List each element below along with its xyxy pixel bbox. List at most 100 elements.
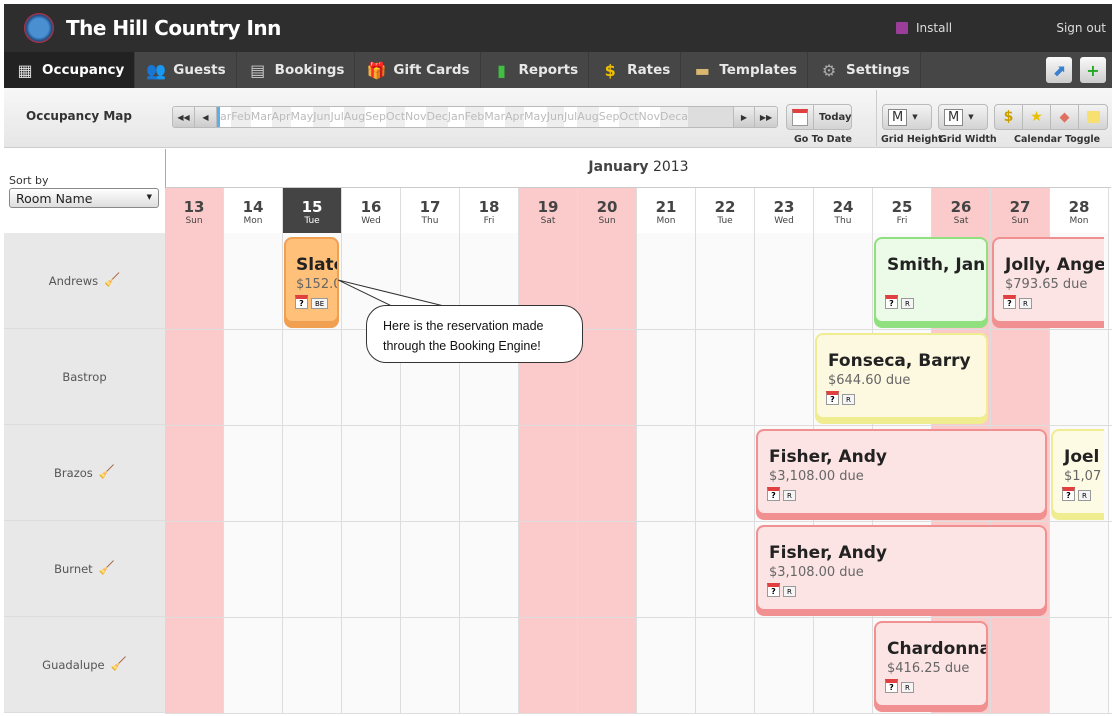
day-header[interactable]: 17 Thu [401,188,460,233]
sort-select[interactable]: Room Name [9,188,159,208]
month-item[interactable]: Oct [619,107,639,127]
day-header[interactable]: 13 Sun [165,188,224,233]
next-button[interactable]: ▶ [733,107,755,127]
day-header[interactable]: 15 Tue [283,188,342,233]
booking-card[interactable]: Fonseca, Barry $644.60 due? R [815,333,988,419]
room-row-label[interactable]: Andrews 🧹 [4,233,165,329]
month-item[interactable]: Nov [405,107,427,127]
month-item[interactable]: Dec [426,107,448,127]
broom-icon[interactable]: 🧹 [104,273,120,288]
toggle-rates-dollar-icon[interactable]: $ [995,105,1023,129]
booking-icons: ? R [885,679,914,693]
month-item[interactable]: Feb [231,107,251,127]
source-tag: BE [311,298,329,309]
day-number: 20 [596,198,618,216]
day-number: 15 [301,198,323,216]
guest-name: Jolly, Angeli [1005,255,1104,275]
day-header[interactable]: 27 Sun [991,188,1050,233]
broom-icon[interactable]: 🧹 [99,561,115,576]
nav-settings[interactable]: ⚙ Settings [808,52,921,88]
broom-icon[interactable]: 🧹 [111,657,127,672]
month-list[interactable]: ar Feb Mar Apr May Jun Jul Aug Sep Oct Nov Dec Jan Fe… [217,107,733,127]
month-item[interactable]: ar [220,107,232,127]
today-button[interactable]: Today [814,105,856,129]
nav-label: Reports [518,62,579,78]
month-item[interactable]: Jan [447,107,465,127]
month-item[interactable]: Nov [638,107,660,127]
add-button[interactable]: + [1080,57,1106,83]
day-number: 26 [950,198,972,216]
booking-card[interactable]: Slate$152.0?BE [284,237,339,323]
grid-height-select[interactable]: M ▼ [882,104,932,130]
toggle-star-icon[interactable]: ★ [1023,105,1051,129]
month-item[interactable]: May [524,107,547,127]
month-item[interactable]: Aug [343,107,366,127]
prev-button[interactable]: ◀ [195,107,217,127]
bar-chart-icon: ▮ [497,60,506,80]
month-item[interactable]: Sep [365,107,386,127]
room-row-label[interactable]: Bastrop [4,329,165,425]
month-item[interactable]: Aug [577,107,599,127]
room-name: Guadalupe [42,657,105,672]
day-header[interactable]: 20 Sun [578,188,637,233]
fast-forward-button[interactable]: ▶▶ [755,107,777,127]
day-header[interactable]: 25 Fri [873,188,932,233]
nav-reports[interactable]: ▮ Reports [481,52,590,88]
install-link[interactable]: Install [896,21,952,35]
amount-due: $1,07 [1064,469,1102,484]
day-header[interactable]: 24 Thu [814,188,873,233]
toggle-note-icon[interactable] [1079,105,1107,129]
month-item[interactable]: Apr [271,107,291,127]
room-row-label[interactable]: Burnet 🧹 [4,521,165,617]
booking-card[interactable]: Joel $1,07? R [1051,429,1104,515]
booking-card[interactable]: Smith, Jane? R [874,237,988,323]
grid-width-select[interactable]: M ▼ [938,104,988,130]
month-item[interactable]: Mar [250,107,272,127]
booking-card[interactable]: Fisher, Andy $3,108.00 due? R [756,429,1047,515]
month-item[interactable]: Deca [659,107,688,127]
day-header[interactable]: 16 Wed [342,188,401,233]
toggle-cake-icon[interactable]: ◆ [1051,105,1079,129]
month-item[interactable]: Jul [563,107,578,127]
day-weekday: Mon [1069,216,1089,226]
nav-rates[interactable]: $ Rates [589,52,682,88]
month-item[interactable]: Feb [464,107,485,127]
nav-gift-cards[interactable]: 🎁 Gift Cards [355,52,481,88]
nav-guests[interactable]: 👥 Guests [135,52,237,88]
nav-occupancy[interactable]: ▦ Occupancy [4,52,136,96]
day-header[interactable]: 18 Fri [460,188,519,233]
expand-button[interactable]: ⬈ [1046,57,1072,83]
month-item[interactable]: Sep [598,107,620,127]
booking-icons: ? R [885,295,914,309]
day-header[interactable]: 14 Mon [224,188,283,233]
booking-card[interactable]: Jolly, Angeli$793.65 due?R [992,237,1104,323]
source-tag: R [1078,490,1091,501]
month-scroller[interactable]: ◀◀ ◀ ar Feb Mar Apr May Jun Jul Aug Sep Oct Nov Dec… [172,106,778,128]
room-row-label[interactable]: Brazos 🧹 [4,425,165,521]
calendar-picker-button[interactable] [787,105,814,129]
day-header[interactable]: 23 Wed [755,188,814,233]
nav-templates[interactable]: ▬ Templates [681,52,809,88]
nav-bookings[interactable]: ▤ Bookings [237,52,356,88]
month-item[interactable]: May [290,107,314,127]
nav-label: Guests [173,62,226,78]
booking-card[interactable]: Chardonnay,$416.25 due?R [874,621,988,707]
floppy-icon [896,22,908,34]
month-item[interactable]: Apr [505,107,525,127]
month-item[interactable]: Mar [484,107,505,127]
day-header[interactable]: 21 Mon [637,188,696,233]
month-item[interactable]: Jun [546,107,564,127]
day-header[interactable]: 28 Mon [1050,188,1109,233]
logo [24,13,54,43]
rewind-button[interactable]: ◀◀ [173,107,195,127]
day-header[interactable]: 26 Sat [932,188,991,233]
broom-icon[interactable]: 🧹 [99,465,115,480]
month-item[interactable]: Jul [330,107,344,127]
sign-out-link[interactable]: Sign out [1056,21,1106,35]
month-item[interactable]: Oct [385,107,406,127]
booking-card[interactable]: Fisher, Andy $3,108.00 due? R [756,525,1047,611]
room-row-label[interactable]: Guadalupe 🧹 [4,617,165,713]
month-item[interactable]: Jun [313,107,331,127]
day-header[interactable]: 19 Sat [519,188,578,233]
day-header[interactable]: 22 Tue [696,188,755,233]
